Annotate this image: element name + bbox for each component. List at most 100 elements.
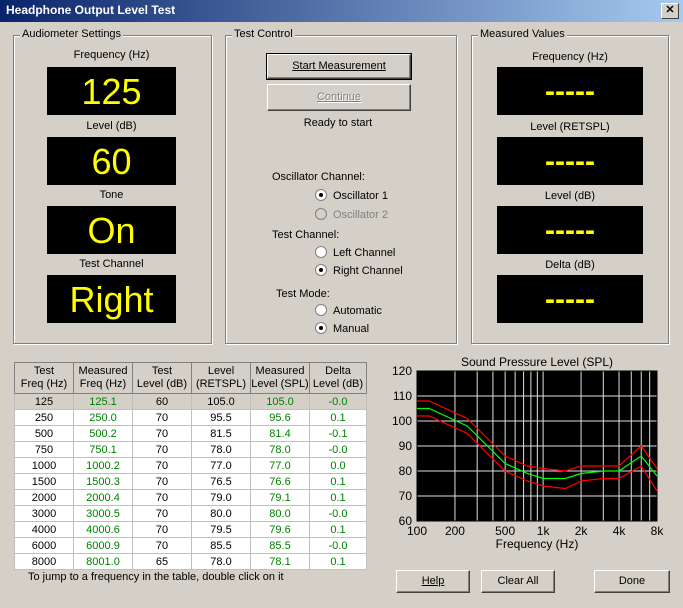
table-cell: 70 xyxy=(132,473,192,490)
table-row[interactable]: 6000 6000.9 70 85.5 85.5 -0.0 xyxy=(14,537,367,554)
table-row[interactable]: 250 250.0 70 95.5 95.6 0.1 xyxy=(14,409,367,426)
y-tick-label: 90 xyxy=(399,439,413,453)
frequency-display: 125 xyxy=(47,67,176,115)
table-cell: 105.0 xyxy=(250,393,310,410)
x-tick-label: 4k xyxy=(613,524,627,538)
manual-label: Manual xyxy=(333,323,370,335)
table-cell: 79.0 xyxy=(191,489,251,506)
help-button[interactable]: Help xyxy=(396,570,470,593)
table-cell: 0.0 xyxy=(309,457,367,474)
table-cell: 95.5 xyxy=(191,409,251,426)
x-tick-label: 2k xyxy=(575,524,589,538)
table-row[interactable]: 4000 4000.6 70 79.5 79.6 0.1 xyxy=(14,521,367,538)
table-cell: 6000.9 xyxy=(73,537,133,554)
radio-empty-icon xyxy=(315,246,327,259)
title-bar: Headphone Output Level Test ✕ xyxy=(0,0,683,22)
table-cell: 70 xyxy=(132,537,192,554)
table-cell: 85.5 xyxy=(250,537,310,554)
table-cell: 79.5 xyxy=(191,521,251,538)
radio-selected-icon xyxy=(315,322,327,335)
table-row[interactable]: 8000 8001.0 65 78.0 78.1 0.1 xyxy=(14,553,367,570)
table-cell: 4000 xyxy=(14,521,74,538)
test-control-legend: Test Control xyxy=(232,28,295,40)
table-cell: 77.0 xyxy=(191,457,251,474)
close-button[interactable]: ✕ xyxy=(661,3,679,19)
table-cell: 60 xyxy=(132,393,192,410)
table-cell: -0.0 xyxy=(309,441,367,458)
table-row[interactable]: 750 750.1 70 78.0 78.0 -0.0 xyxy=(14,441,367,458)
table-cell: 1000.2 xyxy=(73,457,133,474)
level-display: 60 xyxy=(47,137,176,185)
right-channel-radio[interactable]: Right Channel xyxy=(315,264,403,277)
table-cell: 500.2 xyxy=(73,425,133,442)
table-cell: 79.1 xyxy=(250,489,310,506)
chart-title: Sound Pressure Level (SPL) xyxy=(461,355,613,369)
table-cell: 70 xyxy=(132,425,192,442)
continue-button[interactable]: Continue xyxy=(267,84,411,111)
radio-selected-icon xyxy=(315,189,327,202)
table-cell: 1500.3 xyxy=(73,473,133,490)
audiometer-settings-legend: Audiometer Settings xyxy=(20,28,124,40)
x-tick-label: 100 xyxy=(407,524,427,538)
done-button[interactable]: Done xyxy=(594,570,670,593)
table-cell: 76.5 xyxy=(191,473,251,490)
measured-values-legend: Measured Values xyxy=(478,28,567,40)
table-row[interactable]: 3000 3000.5 70 80.0 80.0 -0.0 xyxy=(14,505,367,522)
table-cell: 4000.6 xyxy=(73,521,133,538)
window-title: Headphone Output Level Test xyxy=(6,3,176,17)
left-channel-radio[interactable]: Left Channel xyxy=(315,246,396,259)
table-header-row: Test Freq (Hz) Measured Freq (Hz) Test Leve… xyxy=(14,362,367,394)
table-row[interactable]: 500 500.2 70 81.5 81.4 -0.1 xyxy=(14,425,367,442)
left-channel-label: Left Channel xyxy=(333,247,396,259)
col-header-measured-freq: Measured Freq (Hz) xyxy=(73,362,133,394)
table-cell: 80.0 xyxy=(191,505,251,522)
table-cell: 250.0 xyxy=(73,409,133,426)
table-row[interactable]: 125 125.1 60 105.0 105.0 -0.0 xyxy=(14,393,367,410)
table-cell: 1500 xyxy=(14,473,74,490)
table-cell: 79.6 xyxy=(250,521,310,538)
oscillator-1-radio[interactable]: Oscillator 1 xyxy=(315,189,388,202)
y-tick-label: 110 xyxy=(393,389,412,403)
automatic-radio[interactable]: Automatic xyxy=(315,304,382,317)
table-cell: 6000 xyxy=(14,537,74,554)
oscillator-2-radio[interactable]: Oscillator 2 xyxy=(315,208,388,221)
table-cell: 750 xyxy=(14,441,74,458)
measured-level-retspl-display: ----- xyxy=(497,137,643,185)
clear-all-button[interactable]: Clear All xyxy=(481,570,555,593)
table-cell: 81.5 xyxy=(191,425,251,442)
test-channel-label: Test Channel xyxy=(79,258,144,270)
table-cell: -0.0 xyxy=(309,505,367,522)
measured-level-db-label: Level (dB) xyxy=(544,190,596,202)
measured-frequency-label: Frequency (Hz) xyxy=(532,51,608,63)
y-tick-label: 80 xyxy=(399,464,413,478)
radio-empty-icon xyxy=(315,304,327,317)
manual-radio[interactable]: Manual xyxy=(315,322,370,335)
status-text: Ready to start xyxy=(303,117,373,129)
x-tick-label: 1k xyxy=(537,524,551,538)
start-measurement-button[interactable]: Start Measurement xyxy=(266,53,412,80)
table-hint-text: To jump to a frequency in the table, dou… xyxy=(28,571,284,583)
col-header-test-level: Test Level (dB) xyxy=(132,362,192,394)
continue-label: Continue xyxy=(316,91,362,103)
table-row[interactable]: 1000 1000.2 70 77.0 77.0 0.0 xyxy=(14,457,367,474)
clear-all-label: Clear All xyxy=(497,575,539,587)
table-row[interactable]: 2000 2000.4 70 79.0 79.1 0.1 xyxy=(14,489,367,506)
table-cell: 78.0 xyxy=(191,441,251,458)
table-cell: 85.5 xyxy=(191,537,251,554)
table-cell: 8000 xyxy=(14,553,74,570)
radio-empty-icon xyxy=(315,208,327,221)
col-header-test-freq: Test Freq (Hz) xyxy=(14,362,74,394)
spl-chart: 60708090100110120100 200 500 1k 2k 4k 8kSound … xyxy=(392,355,664,551)
measured-level-retspl-label: Level (RETSPL) xyxy=(530,121,610,133)
test-channel-display: Right xyxy=(47,275,176,323)
test-mode-label: Test Mode: xyxy=(276,288,330,300)
table-cell: 70 xyxy=(132,409,192,426)
table-cell: 0.1 xyxy=(309,553,367,570)
table-cell: 3000.5 xyxy=(73,505,133,522)
table-cell: 3000 xyxy=(14,505,74,522)
tone-display: On xyxy=(47,206,176,254)
table-cell: 0.1 xyxy=(309,409,367,426)
table-row[interactable]: 1500 1500.3 70 76.5 76.6 0.1 xyxy=(14,473,367,490)
table-cell: 125.1 xyxy=(73,393,133,410)
table-cell: 1000 xyxy=(14,457,74,474)
